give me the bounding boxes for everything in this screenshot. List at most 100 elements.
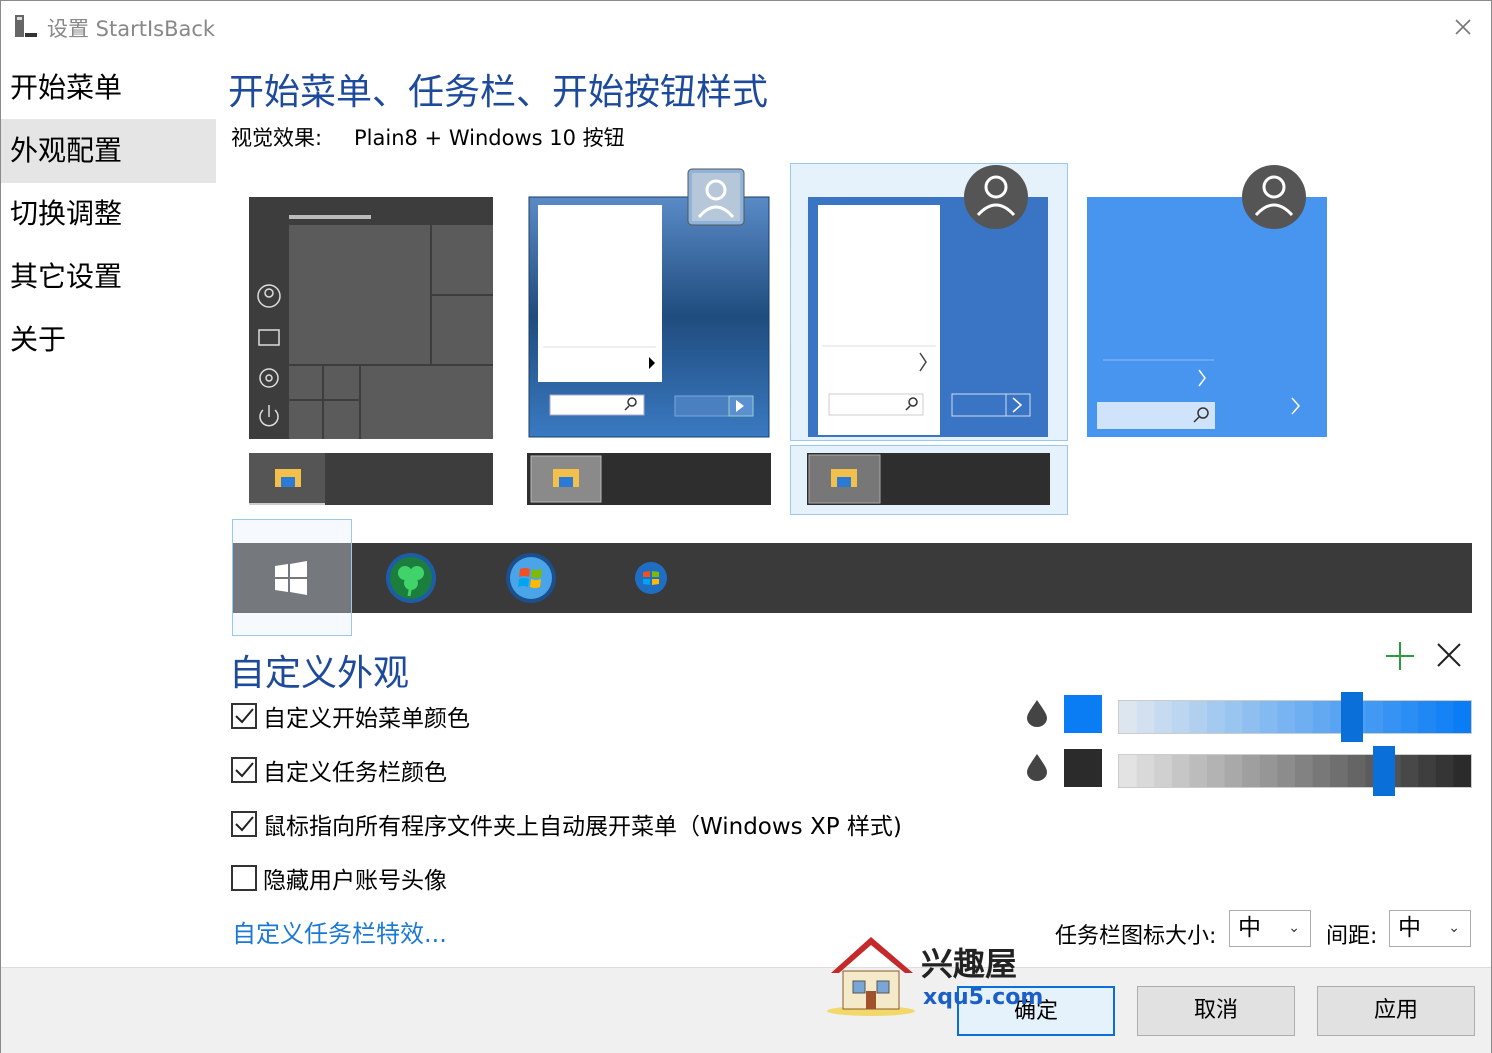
windows7-orb-icon[interactable] — [505, 552, 557, 604]
checkbox[interactable] — [231, 811, 257, 837]
sidebar-item-about[interactable]: 关于 — [1, 308, 216, 372]
checkmark-icon — [235, 762, 254, 778]
spacing-select[interactable]: 中 ⌄ — [1389, 910, 1471, 947]
icon-size-label: 任务栏图标大小: — [1055, 924, 1217, 949]
settings-window: 设置 StartIsBack 开始菜单 外观配置 切换调整 其它设置 关于 开始… — [0, 0, 1492, 1053]
slider-step — [1435, 755, 1454, 787]
cancel-button[interactable]: 取消 — [1137, 986, 1295, 1036]
slider-step — [1312, 701, 1331, 733]
checkbox[interactable] — [231, 865, 257, 891]
taskbar-style-1[interactable] — [249, 453, 493, 505]
style-preview-windows7[interactable] — [528, 167, 770, 439]
sidebar-item-appearance[interactable]: 外观配置 — [1, 119, 216, 183]
remove-icon[interactable] — [1435, 641, 1463, 669]
checkmark-icon — [235, 708, 254, 724]
window-title: 设置 StartIsBack — [47, 17, 216, 41]
checkbox-label: 鼠标指向所有程序文件夹上自动展开菜单（Windows XP 样式) — [263, 814, 902, 840]
windows10-orb-icon[interactable] — [274, 561, 308, 595]
slider-step — [1171, 755, 1190, 787]
watermark-url: xqu5.com — [923, 985, 1044, 1010]
add-icon[interactable] — [1384, 640, 1416, 672]
slider-step — [1259, 755, 1278, 787]
vista-orb-icon[interactable] — [634, 561, 668, 595]
slider-step — [1259, 701, 1278, 733]
slider-step — [1400, 701, 1419, 733]
checkbox-label: 自定义任务栏颜色 — [263, 760, 447, 786]
checkmark-icon — [235, 816, 254, 832]
slider-step — [1207, 755, 1226, 787]
slider-step — [1418, 755, 1437, 787]
slider-step — [1383, 701, 1402, 733]
clover-orb-icon[interactable] — [385, 552, 437, 604]
checkbox-hide-user-avatar[interactable]: 隐藏用户账号头像 — [231, 861, 447, 895]
slider-step — [1136, 701, 1155, 733]
taskbar-slider-thumb[interactable] — [1372, 746, 1395, 796]
visual-effect-value: Plain8 + Windows 10 按钮 — [354, 126, 625, 150]
taskbar-style-2[interactable] — [527, 453, 771, 505]
close-icon[interactable] — [1451, 15, 1475, 39]
checkbox-auto-expand-menu[interactable]: 鼠标指向所有程序文件夹上自动展开菜单（Windows XP 样式) — [231, 807, 902, 841]
style-preview-plain8[interactable] — [808, 165, 1050, 439]
slider-track — [1119, 755, 1471, 787]
start-menu-slider-thumb[interactable] — [1340, 692, 1363, 742]
customize-title: 自定义外观 — [229, 653, 410, 694]
slider-step — [1277, 701, 1296, 733]
slider-step — [1171, 701, 1190, 733]
slider-step — [1136, 755, 1155, 787]
visual-effect-label: 视觉效果: — [231, 126, 323, 150]
slider-step — [1207, 701, 1226, 733]
app-icon — [15, 15, 37, 37]
apply-button[interactable]: 应用 — [1317, 986, 1475, 1036]
slider-track — [1119, 701, 1471, 733]
icon-size-select[interactable]: 中 ⌄ — [1229, 910, 1311, 947]
chevron-down-icon: ⌄ — [1288, 920, 1300, 936]
opacity-drop-icon — [1027, 700, 1047, 727]
slider-step — [1224, 755, 1243, 787]
slider-step — [1330, 755, 1349, 787]
checkbox-custom-start-menu-color[interactable]: 自定义开始菜单颜色 — [231, 699, 470, 733]
sidebar-item-other-settings[interactable]: 其它设置 — [1, 245, 216, 309]
checkbox-custom-taskbar-color[interactable]: 自定义任务栏颜色 — [231, 753, 447, 787]
slider-step — [1435, 701, 1454, 733]
slider-step — [1119, 701, 1138, 733]
slider-step — [1119, 755, 1138, 787]
slider-step — [1189, 701, 1208, 733]
slider-step — [1453, 701, 1471, 733]
checkbox[interactable] — [231, 703, 257, 729]
style-preview-windows10[interactable] — [249, 197, 493, 439]
checkbox-label: 自定义开始菜单颜色 — [263, 706, 470, 732]
start-menu-color-slider[interactable] — [1118, 700, 1472, 734]
slider-step — [1418, 701, 1437, 733]
start-menu-color-swatch[interactable] — [1064, 695, 1102, 733]
slider-step — [1242, 755, 1261, 787]
sidebar-item-start-menu[interactable]: 开始菜单 — [1, 56, 216, 120]
taskbar-style-3[interactable] — [807, 453, 1050, 505]
taskbar-color-slider[interactable] — [1118, 754, 1472, 788]
checkbox-label: 隐藏用户账号头像 — [263, 868, 447, 894]
spacing-value: 中 — [1398, 915, 1421, 941]
slider-step — [1347, 755, 1366, 787]
taskbar-effects-link[interactable]: 自定义任务栏特效... — [232, 914, 447, 949]
slider-step — [1224, 701, 1243, 733]
slider-step — [1189, 755, 1208, 787]
spacing-label: 间距: — [1326, 924, 1378, 949]
slider-step — [1400, 755, 1419, 787]
slider-step — [1154, 701, 1173, 733]
slider-step — [1295, 701, 1314, 733]
taskbar-color-swatch[interactable] — [1064, 749, 1102, 787]
section-title: 开始菜单、任务栏、开始按钮样式 — [228, 72, 769, 113]
style-preview-metro[interactable] — [1087, 165, 1329, 439]
chevron-down-icon: ⌄ — [1448, 920, 1460, 936]
sidebar-item-switching[interactable]: 切换调整 — [1, 182, 216, 246]
slider-step — [1154, 755, 1173, 787]
icon-size-value: 中 — [1238, 915, 1261, 941]
slider-step — [1365, 701, 1384, 733]
house-logo-icon — [827, 937, 915, 1016]
slider-step — [1277, 755, 1296, 787]
slider-step — [1453, 755, 1471, 787]
watermark-text: 兴趣屋 — [921, 945, 1018, 983]
checkbox[interactable] — [231, 757, 257, 783]
slider-step — [1295, 755, 1314, 787]
slider-step — [1242, 701, 1261, 733]
opacity-drop-icon — [1027, 754, 1047, 781]
